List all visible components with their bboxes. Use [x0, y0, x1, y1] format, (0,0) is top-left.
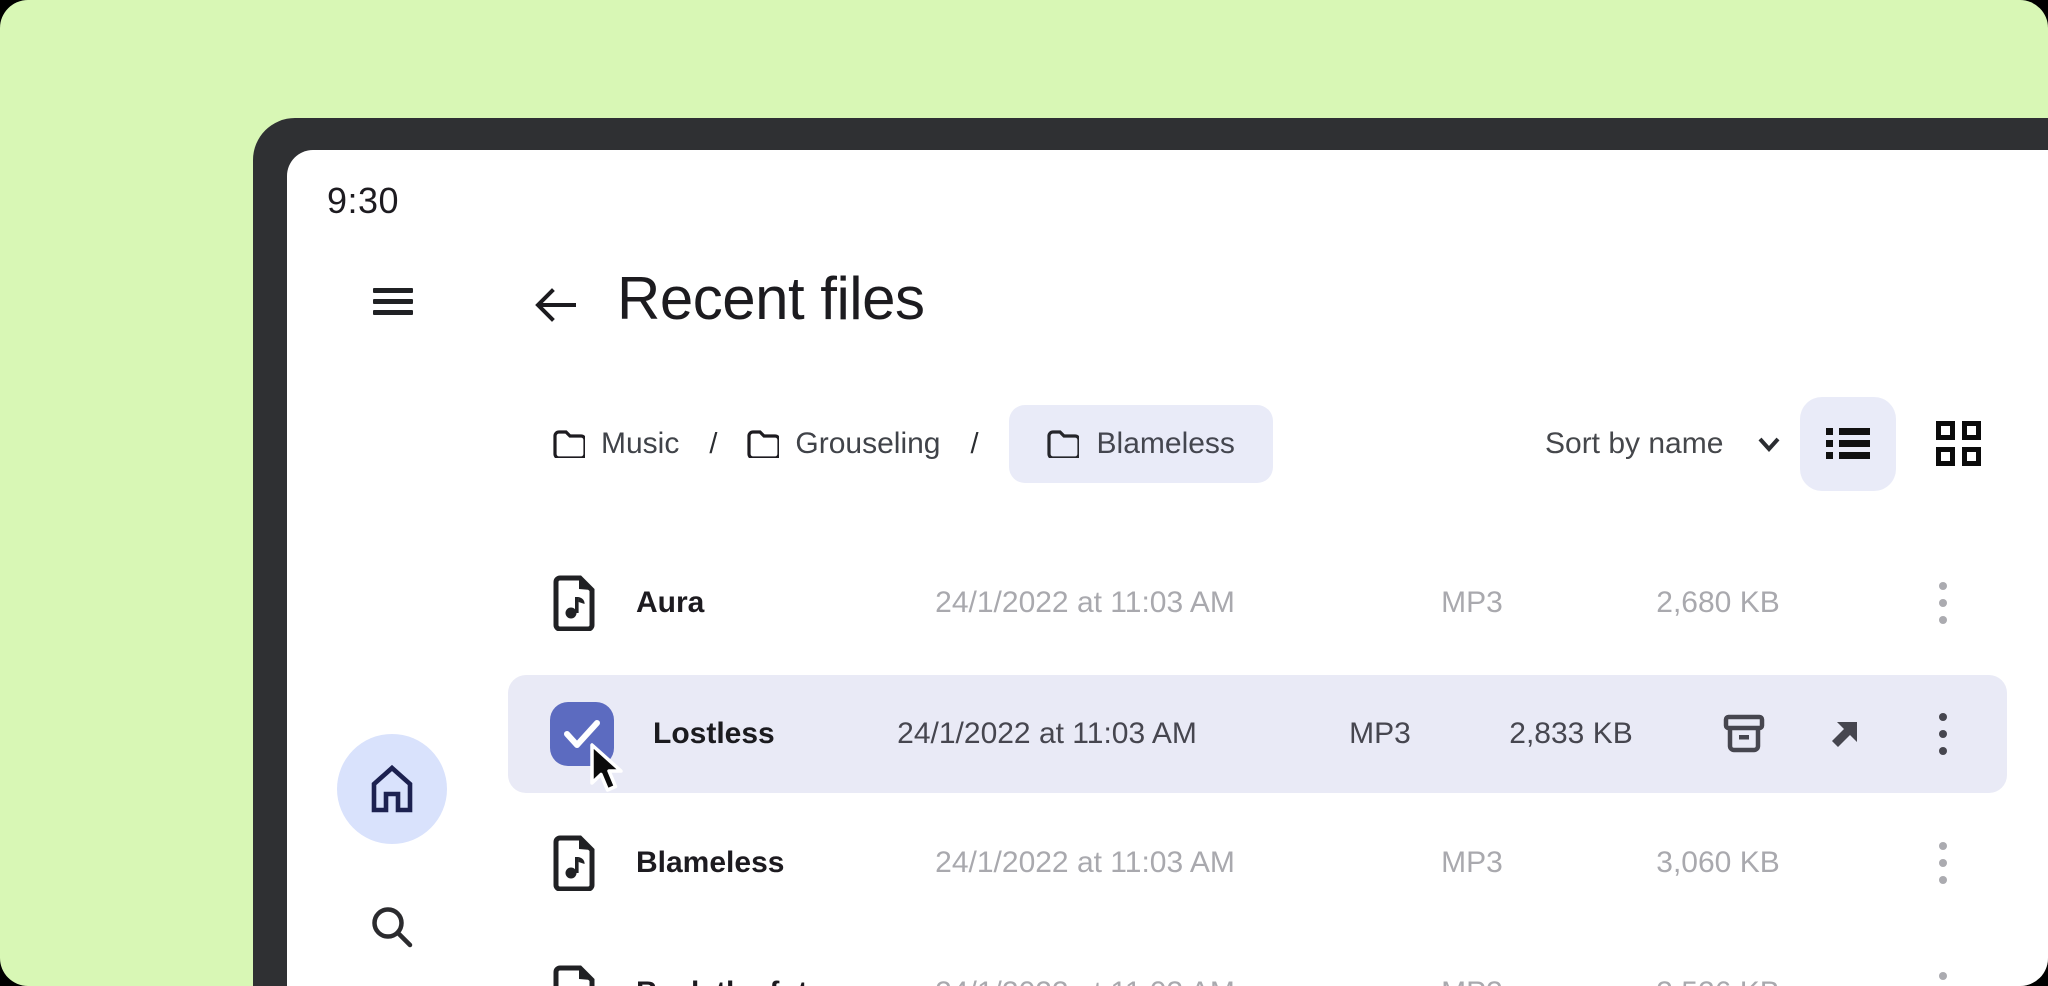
- file-row-selected[interactable]: Lostless 24/1/2022 at 11:03 AM MP3 2,833…: [508, 675, 2007, 793]
- file-modified: 24/1/2022 at 11:03 AM: [905, 538, 1265, 668]
- nav-search-button[interactable]: [365, 900, 419, 954]
- breadcrumb-label: Blameless: [1097, 427, 1235, 461]
- file-row[interactable]: Aura 24/1/2022 at 11:03 AM MP3 2,680 KB: [508, 538, 2007, 668]
- archive-icon: [1719, 709, 1769, 759]
- audio-file-icon: [550, 928, 600, 986]
- more-vert-icon: [1939, 713, 1947, 755]
- more-vert-icon: [1939, 972, 1947, 986]
- marketing-canvas: 9:30 Recent files Music /: [0, 0, 2048, 986]
- file-modified: 24/1/2022 at 11:03 AM: [905, 798, 1265, 928]
- file-row-partial[interactable]: Back the future 24/1/2022 at 11:03 AM MP…: [508, 928, 2007, 986]
- hamburger-menu-icon[interactable]: [371, 286, 415, 320]
- file-type: MP3: [1422, 798, 1522, 928]
- sort-dropdown[interactable]: Sort by name: [1545, 405, 1785, 483]
- open-in-new-button[interactable]: [1820, 675, 1870, 793]
- list-view-icon: [1826, 428, 1870, 460]
- audio-file-icon: [550, 538, 600, 668]
- file-name: Blameless: [636, 798, 784, 928]
- file-size: 2,833 KB: [1471, 675, 1671, 793]
- tablet-frame: 9:30 Recent files Music /: [253, 118, 2048, 986]
- file-name: Aura: [636, 538, 704, 668]
- breadcrumb-separator: /: [970, 428, 978, 461]
- breadcrumb-item-blameless-active[interactable]: Blameless: [1009, 405, 1273, 483]
- grid-view-button[interactable]: [1911, 397, 2007, 491]
- more-vert-icon: [1939, 842, 1947, 884]
- file-type: MP3: [1422, 928, 1522, 986]
- folder-icon: [1047, 430, 1079, 458]
- file-modified: 24/1/2022 at 11:03 AM: [905, 928, 1265, 986]
- archive-button[interactable]: [1714, 675, 1774, 793]
- chevron-down-icon: [1753, 428, 1785, 460]
- file-size: 3,060 KB: [1618, 798, 1818, 928]
- breadcrumb: Music / Grouseling / Blameless: [553, 405, 1273, 483]
- breadcrumb-label: Music: [601, 427, 679, 461]
- check-icon: [562, 717, 602, 751]
- search-icon: [367, 902, 417, 952]
- app-screen: 9:30 Recent files Music /: [287, 150, 2048, 986]
- breadcrumb-item-music[interactable]: Music: [553, 427, 679, 461]
- file-type: MP3: [1422, 538, 1522, 668]
- nav-home-button-active[interactable]: [337, 734, 447, 844]
- page-title: Recent files: [617, 264, 924, 333]
- status-bar-time: 9:30: [327, 180, 399, 222]
- file-type: MP3: [1330, 675, 1430, 793]
- audio-file-icon: [550, 798, 600, 928]
- row-more-button[interactable]: [1923, 928, 1963, 986]
- list-view-button[interactable]: [1800, 397, 1896, 491]
- file-row[interactable]: Blameless 24/1/2022 at 11:03 AM MP3 3,06…: [508, 798, 2007, 928]
- file-name: Back the future: [636, 928, 854, 986]
- back-arrow-icon: [532, 281, 580, 329]
- arrow-outward-icon: [1825, 714, 1865, 754]
- sort-label: Sort by name: [1545, 427, 1723, 461]
- breadcrumb-item-grouseling[interactable]: Grouseling: [747, 427, 940, 461]
- breadcrumb-label: Grouseling: [795, 427, 940, 461]
- row-more-button[interactable]: [1923, 798, 1963, 928]
- row-more-button[interactable]: [1923, 675, 1963, 793]
- folder-icon: [553, 430, 585, 458]
- file-modified: 24/1/2022 at 11:03 AM: [867, 675, 1227, 793]
- file-size: 2,680 KB: [1618, 538, 1818, 668]
- file-name: Lostless: [653, 675, 775, 793]
- breadcrumb-separator: /: [709, 428, 717, 461]
- more-vert-icon: [1939, 582, 1947, 624]
- grid-view-icon: [1936, 421, 1982, 467]
- row-checkbox-checked[interactable]: [550, 702, 614, 766]
- home-icon: [368, 764, 416, 814]
- row-more-button[interactable]: [1923, 538, 1963, 668]
- back-button[interactable]: [532, 281, 580, 329]
- folder-icon: [747, 430, 779, 458]
- file-size: 3,526 KB: [1618, 928, 1818, 986]
